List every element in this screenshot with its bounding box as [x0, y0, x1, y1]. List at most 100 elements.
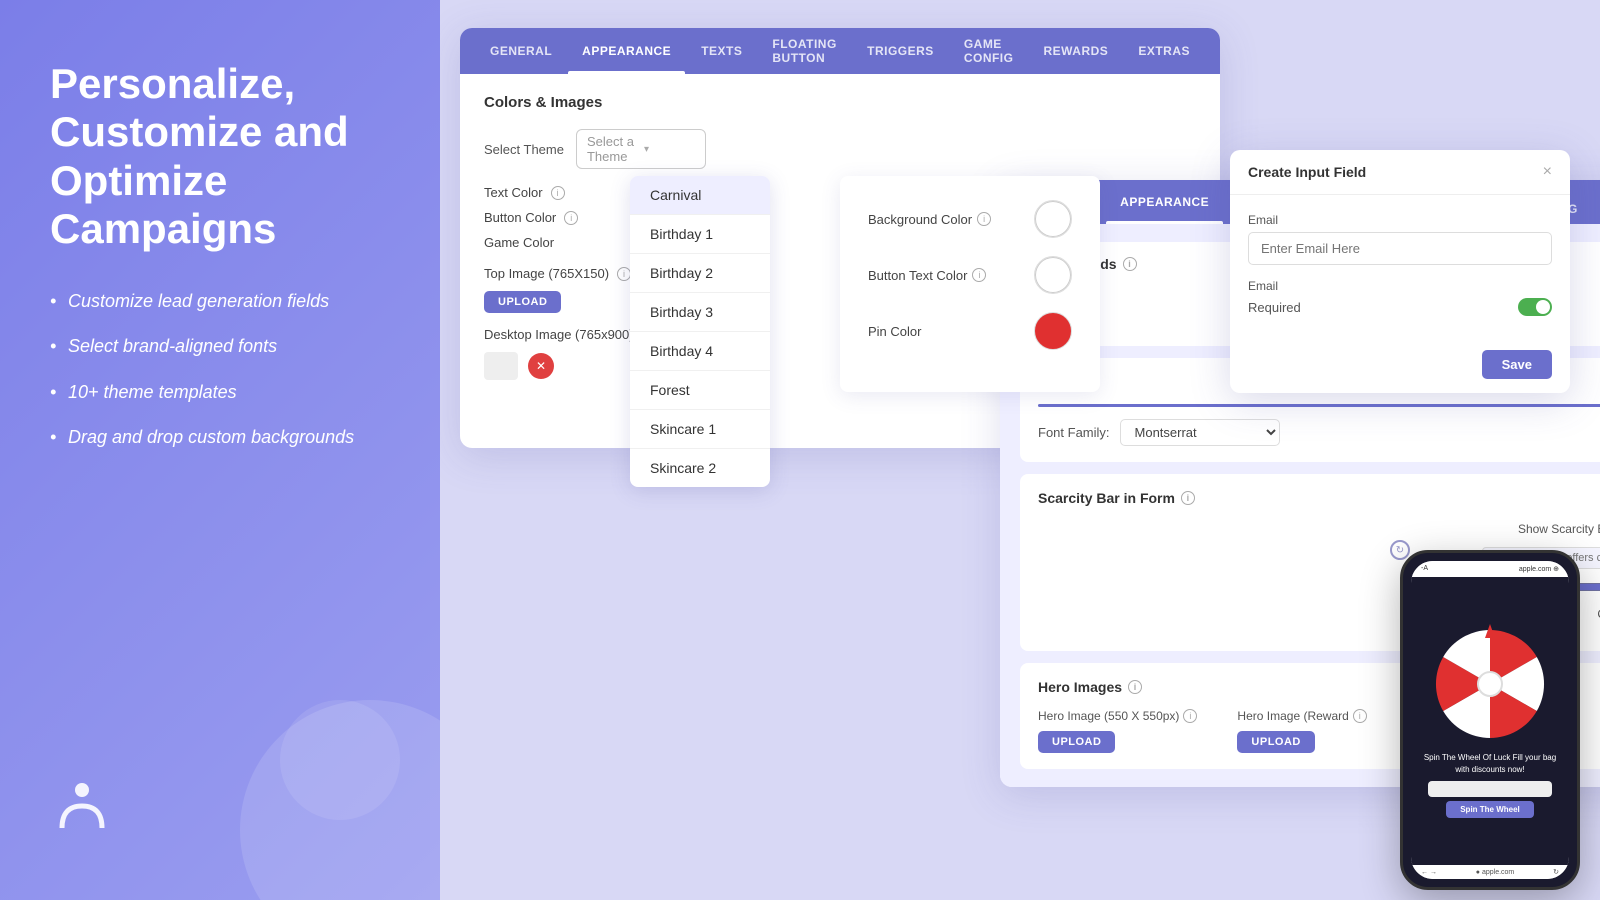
image-thumbnail — [484, 352, 518, 380]
phone-mockup: ↻ -A apple.com ⊕ — [1400, 550, 1580, 890]
bullet-item: Select brand-aligned fonts — [50, 334, 390, 359]
delete-button[interactable]: ✕ — [528, 353, 554, 379]
theme-option-birthday-1[interactable]: Birthday 1 — [630, 215, 770, 254]
theme-option-skincare-2[interactable]: Skincare 2 — [630, 449, 770, 487]
nav-item-floating-button[interactable]: FLOATING BUTTON — [758, 28, 851, 74]
pin-color-label: Pin Color — [868, 324, 921, 339]
pin-color-swatch[interactable] — [1034, 312, 1072, 350]
status-left: -A — [1421, 565, 1428, 573]
create-input-modal: Create Input Field × Email Email Require… — [1230, 150, 1570, 393]
info-icon[interactable]: i — [1128, 680, 1142, 694]
left-panel: Personalize, Customize and Optimize Camp… — [0, 0, 440, 900]
hero-col-2: Hero Image (Reward i UPLOAD — [1237, 709, 1366, 753]
upload-button[interactable]: UPLOAD — [484, 291, 561, 313]
modal-body: Email Email Required — [1230, 195, 1570, 350]
colors-panel: Background Color i Button Text Color i P… — [840, 176, 1100, 392]
button-text-color-label: Button Text Color i — [868, 268, 986, 283]
chevron-down-icon: ▾ — [644, 144, 695, 155]
nav-item-texts[interactable]: TEXTS — [687, 28, 756, 74]
close-icon[interactable]: × — [1543, 164, 1552, 180]
email-placeholder-input[interactable] — [1248, 232, 1552, 265]
scarcity-title: Scarcity Bar in Form i — [1038, 490, 1600, 506]
nav-item-appearance[interactable]: APPEARANCE — [568, 28, 685, 74]
theme-option-carnival[interactable]: Carnival — [630, 176, 770, 215]
info-icon[interactable]: i — [1181, 491, 1195, 505]
phone-bottom-left: ← → — [1421, 869, 1437, 876]
show-scarcity-row: Show Scarcity Bar i — [1038, 520, 1600, 537]
phone-status-bar: -A apple.com ⊕ — [1411, 561, 1569, 577]
select-theme-dropdown[interactable]: Select a Theme ▾ — [576, 129, 706, 169]
font-family-select[interactable]: Montserrat Roboto Open Sans — [1120, 419, 1280, 446]
nav-item-triggers[interactable]: TRIGGERS — [853, 28, 948, 74]
modal-title: Create Input Field — [1248, 164, 1366, 180]
font-family-label: Font Family: — [1038, 425, 1110, 440]
info-icon[interactable]: i — [977, 212, 991, 226]
wheel-container — [1430, 624, 1550, 744]
button-text-color-swatch[interactable] — [1034, 256, 1072, 294]
info-icon[interactable]: i — [1353, 709, 1367, 723]
status-right: apple.com ⊕ — [1519, 565, 1559, 573]
background-color-label: Background Color i — [868, 212, 991, 227]
select-theme-label: Select Theme — [484, 142, 564, 157]
save-button[interactable]: Save — [1482, 350, 1552, 379]
bullet-item: Customize lead generation fields — [50, 289, 390, 314]
required-row: Required — [1248, 298, 1552, 316]
select-theme-row: Select Theme Select a Theme ▾ — [484, 129, 1196, 169]
email-label: Email — [1248, 213, 1552, 227]
nav-item-rewards[interactable]: REWARDS — [1029, 28, 1122, 74]
required-label: Required — [1248, 300, 1301, 315]
top-image-label: Top Image (765X150) — [484, 266, 609, 281]
phone-screen: -A apple.com ⊕ — [1411, 561, 1569, 879]
font-family-row: Font Family: Montserrat Roboto Open Sans — [1038, 419, 1600, 446]
bullet-list: Customize lead generation fields Select b… — [50, 289, 390, 450]
phone-input-bar — [1428, 781, 1552, 797]
modal-header: Create Input Field × — [1230, 150, 1570, 195]
required-toggle[interactable] — [1518, 298, 1552, 316]
pin-color-row: Pin Color — [868, 312, 1072, 350]
phone-content: Spin The Wheel Of Luck Fill your bag wit… — [1411, 577, 1569, 865]
phone-refresh: ↻ — [1553, 868, 1559, 876]
modal-footer: Save — [1230, 350, 1570, 393]
info-icon[interactable]: i — [564, 211, 578, 225]
hero-col-1: Hero Image (550 X 550px) i UPLOAD — [1038, 709, 1197, 753]
desktop-image-label: Desktop Image (765x900) — [484, 327, 634, 342]
right-panel: GENERALAPPEARANCETEXTSFLOATING BUTTONTRI… — [440, 0, 1600, 900]
background-color-swatch[interactable] — [1034, 200, 1072, 238]
hero-reward-upload-button[interactable]: UPLOAD — [1237, 731, 1314, 753]
phone-domain: ● apple.com — [1476, 869, 1514, 876]
info-icon[interactable]: i — [972, 268, 986, 282]
theme-dropdown-popup: CarnivalBirthday 1Birthday 2Birthday 3Bi… — [630, 176, 770, 487]
theme-option-birthday-3[interactable]: Birthday 3 — [630, 293, 770, 332]
info-icon[interactable]: i — [551, 186, 565, 200]
hero-image-label: Hero Image (550 X 550px) i — [1038, 709, 1197, 723]
logo — [50, 776, 390, 840]
phone-wheel-text: Spin The Wheel Of Luck Fill your bag wit… — [1421, 752, 1559, 774]
phone-frame: -A apple.com ⊕ — [1400, 550, 1580, 890]
hero-upload-button[interactable]: UPLOAD — [1038, 731, 1115, 753]
bullet-item: Drag and drop custom backgrounds — [50, 425, 390, 450]
nav-item-game-config[interactable]: GAME CONFIG — [950, 28, 1028, 74]
info-icon[interactable]: i — [617, 267, 631, 281]
background-color-row: Background Color i — [868, 200, 1072, 238]
text-color-label: Text Color — [484, 185, 543, 200]
phone-bottom-bar: ← → ● apple.com ↻ — [1411, 865, 1569, 879]
info-icon[interactable]: i — [1123, 257, 1137, 271]
info-icon[interactable]: i — [1183, 709, 1197, 723]
button-text-color-row: Button Text Color i — [868, 256, 1072, 294]
theme-option-birthday-4[interactable]: Birthday 4 — [630, 332, 770, 371]
refresh-icon[interactable]: ↻ — [1390, 540, 1410, 560]
nav-item-general[interactable]: GENERAL — [476, 28, 566, 74]
show-scarcity-label: Show Scarcity Bar — [1518, 522, 1600, 536]
email-label-2: Email — [1248, 279, 1552, 293]
theme-option-birthday-2[interactable]: Birthday 2 — [630, 254, 770, 293]
nav-item-extras[interactable]: EXTRAS — [1124, 28, 1204, 74]
wheel-svg — [1430, 624, 1550, 744]
theme-option-forest[interactable]: Forest — [630, 371, 770, 410]
main-nav: GENERALAPPEARANCETEXTSFLOATING BUTTONTRI… — [460, 28, 1220, 74]
nav2-item-appearance[interactable]: APPEARANCE — [1106, 180, 1223, 224]
button-color-label: Button Color — [484, 210, 556, 225]
logo-icon — [50, 776, 114, 840]
main-heading: Personalize, Customize and Optimize Camp… — [50, 60, 390, 253]
theme-option-skincare-1[interactable]: Skincare 1 — [630, 410, 770, 449]
spin-the-wheel-button[interactable]: Spin The Wheel — [1446, 801, 1534, 818]
